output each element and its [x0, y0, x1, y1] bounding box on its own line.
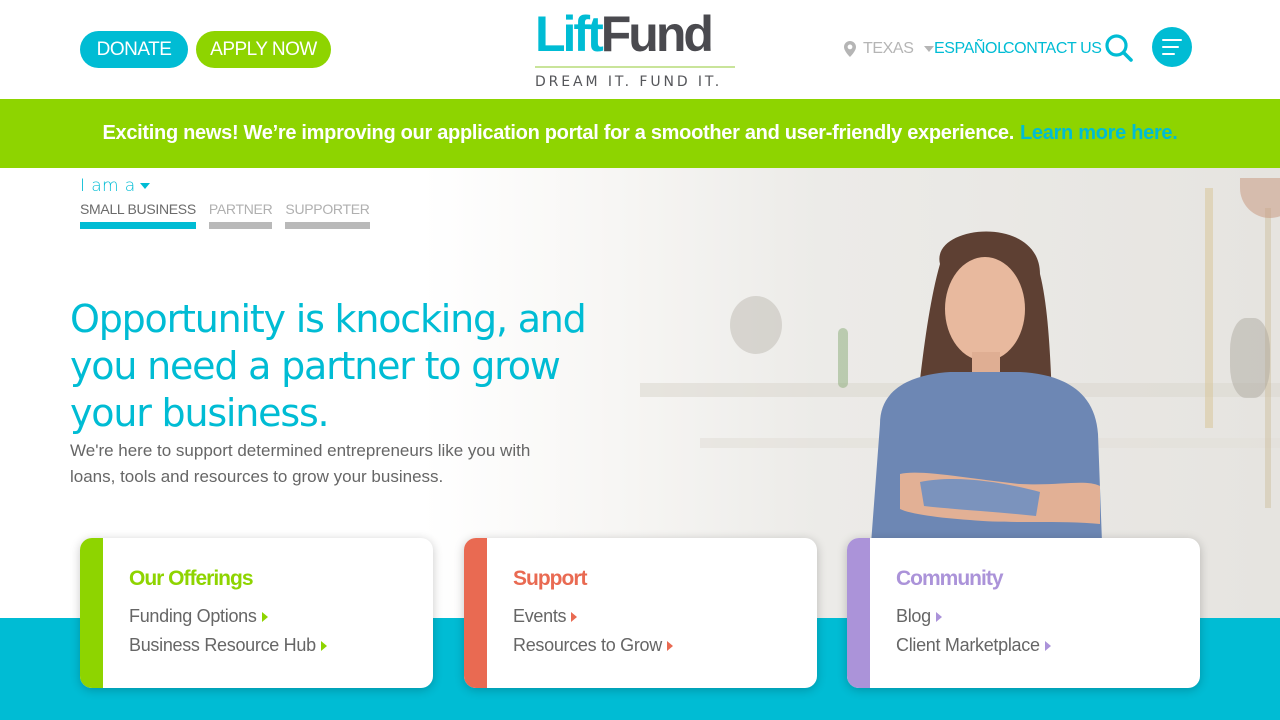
background-plant	[838, 328, 848, 388]
card-support: Support Events Resources to Grow	[464, 538, 817, 688]
search-icon[interactable]	[1104, 33, 1134, 63]
tab-partner[interactable]: PARTNER	[208, 200, 273, 229]
announcement-banner: Exciting news! We’re improving our appli…	[0, 99, 1280, 168]
card-accent-stripe	[80, 538, 103, 688]
link-label: Funding Options	[129, 606, 257, 626]
card-accent-stripe	[464, 538, 487, 688]
arrow-right-icon	[666, 640, 673, 651]
card-our-offerings: Our Offerings Funding Options Business R…	[80, 538, 433, 688]
link-label: Events	[513, 606, 567, 626]
caret-down-icon	[924, 46, 935, 52]
link-label: Business Resource Hub	[129, 635, 316, 655]
logo-wordmark: Lift Fund	[535, 6, 714, 62]
card-links: Blog Client Marketplace	[896, 602, 1051, 660]
card-title: Community	[896, 567, 1003, 590]
arrow-right-icon	[261, 611, 268, 622]
card-links: Funding Options Business Resource Hub	[129, 602, 327, 660]
liftfund-logo[interactable]: Lift Fund DREAM IT. FUND IT.	[535, 8, 740, 92]
funding-options-link[interactable]: Funding Options	[129, 602, 327, 631]
arrow-right-icon	[571, 611, 578, 622]
logo-fund: Fund	[600, 6, 714, 62]
background-lamp	[1240, 178, 1280, 218]
tab-indicator	[80, 222, 196, 229]
client-marketplace-link[interactable]: Client Marketplace	[896, 631, 1051, 660]
i-am-a-label: I am a	[80, 176, 136, 196]
map-pin-icon	[844, 41, 856, 57]
business-resource-hub-link[interactable]: Business Resource Hub	[129, 631, 327, 660]
link-label: Blog	[896, 606, 931, 626]
resources-to-grow-link[interactable]: Resources to Grow	[513, 631, 673, 660]
location-selector[interactable]: TEXAS	[844, 36, 935, 62]
tab-indicator	[285, 222, 370, 229]
hamburger-menu-icon[interactable]	[1152, 27, 1192, 67]
link-label: Resources to Grow	[513, 635, 662, 655]
espanol-link[interactable]: ESPAÑOL	[934, 36, 1006, 62]
blog-link[interactable]: Blog	[896, 602, 1051, 631]
logo-lift: Lift	[535, 6, 604, 62]
hero-subheadline: We're here to support determined entrepr…	[70, 441, 531, 486]
card-title: Our Offerings	[129, 567, 254, 590]
learn-more-link[interactable]: Learn more here.	[1020, 122, 1178, 145]
tab-label: SUPPORTER	[285, 201, 370, 217]
logo-divider	[535, 66, 735, 68]
tab-supporter[interactable]: SUPPORTER	[285, 200, 370, 229]
audience-dropdown[interactable]: I am a	[80, 176, 150, 196]
arrow-right-icon	[1044, 640, 1051, 651]
events-link[interactable]: Events	[513, 602, 673, 631]
card-links: Events Resources to Grow	[513, 602, 673, 660]
audience-tabs: SMALL BUSINESS PARTNER SUPPORTER	[80, 200, 370, 229]
site-header: DONATE APPLY NOW Lift Fund DREAM IT. FUND…	[0, 0, 1280, 99]
link-label: Client Marketplace	[896, 635, 1040, 655]
background-bust	[1230, 318, 1270, 398]
banner-text: Exciting news! We’re improving our appli…	[102, 122, 1015, 144]
background-bust	[730, 296, 782, 354]
contact-us-link[interactable]: CONTACT US	[1003, 36, 1102, 62]
donate-button[interactable]: DONATE	[80, 31, 188, 68]
tab-indicator	[208, 222, 273, 229]
hero-headline: Opportunity is knocking, and you need a …	[70, 297, 587, 435]
arrow-right-icon	[935, 611, 942, 622]
apply-now-button[interactable]: APPLY NOW	[196, 31, 331, 68]
tab-small-business[interactable]: SMALL BUSINESS	[80, 200, 196, 229]
card-accent-stripe	[847, 538, 870, 688]
location-label: TEXAS	[863, 40, 914, 57]
tab-label: PARTNER	[208, 201, 273, 217]
card-title: Support	[513, 567, 587, 590]
caret-down-icon	[139, 183, 150, 189]
logo-tagline: DREAM IT. FUND IT.	[535, 74, 723, 90]
background-rack	[1205, 188, 1213, 428]
card-community: Community Blog Client Marketplace	[847, 538, 1200, 688]
tab-label: SMALL BUSINESS	[80, 201, 196, 217]
arrow-right-icon	[320, 640, 327, 651]
